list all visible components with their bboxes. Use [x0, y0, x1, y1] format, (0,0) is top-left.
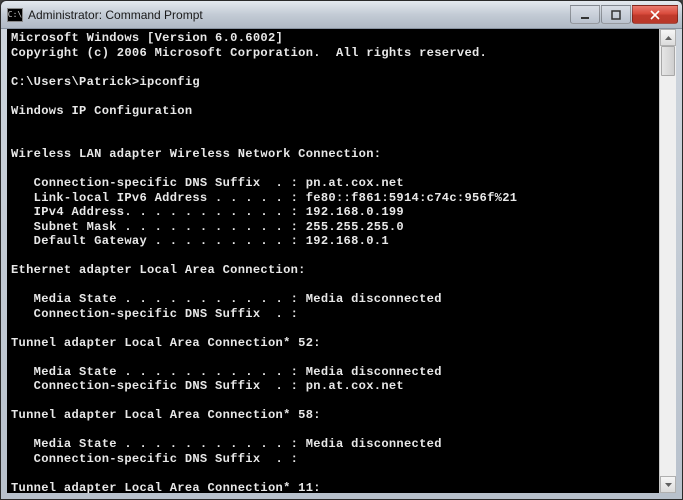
section-title-tun58: Tunnel adapter Local Area Connection* 58… [11, 408, 321, 422]
prompt-command: C:\Users\Patrick>ipconfig [11, 75, 200, 89]
wlan-subnet: Subnet Mask . . . . . . . . . . . : 255.… [11, 220, 404, 234]
client-area: Microsoft Windows [Version 6.0.6002] Cop… [7, 29, 676, 493]
close-button[interactable] [632, 5, 678, 24]
section-title-eth: Ethernet adapter Local Area Connection: [11, 263, 306, 277]
tun52-media-state: Media State . . . . . . . . . . . : Medi… [11, 365, 442, 379]
cmd-icon: C:\ [7, 8, 23, 22]
section-title-tun11: Tunnel adapter Local Area Connection* 11… [11, 481, 321, 494]
section-title-wlan: Wireless LAN adapter Wireless Network Co… [11, 147, 381, 161]
wlan-dns-suffix: Connection-specific DNS Suffix . : pn.at… [11, 176, 404, 190]
section-title-tun52: Tunnel adapter Local Area Connection* 52… [11, 336, 321, 350]
titlebar[interactable]: C:\ Administrator: Command Prompt [1, 1, 682, 29]
wlan-ipv6: Link-local IPv6 Address . . . . . : fe80… [11, 191, 517, 205]
window-title: Administrator: Command Prompt [28, 8, 570, 22]
wlan-ipv4: IPv4 Address. . . . . . . . . . . : 192.… [11, 205, 404, 219]
window-controls [570, 5, 678, 24]
minimize-button[interactable] [570, 5, 600, 24]
copyright-line: Copyright (c) 2006 Microsoft Corporation… [11, 46, 487, 60]
vertical-scrollbar[interactable] [659, 29, 676, 493]
wlan-gateway: Default Gateway . . . . . . . . . : 192.… [11, 234, 389, 248]
ipconfig-header: Windows IP Configuration [11, 104, 192, 118]
scroll-thumb[interactable] [661, 46, 675, 76]
os-version-line: Microsoft Windows [Version 6.0.6002] [11, 31, 283, 45]
scroll-down-button[interactable] [660, 476, 676, 493]
tun58-dns-suffix: Connection-specific DNS Suffix . : [11, 452, 298, 466]
terminal-output[interactable]: Microsoft Windows [Version 6.0.6002] Cop… [7, 29, 659, 493]
eth-media-state: Media State . . . . . . . . . . . : Medi… [11, 292, 442, 306]
tun58-media-state: Media State . . . . . . . . . . . : Medi… [11, 437, 442, 451]
scroll-track[interactable] [660, 46, 676, 476]
maximize-button[interactable] [601, 5, 631, 24]
window-frame: C:\ Administrator: Command Prompt Micros… [0, 0, 683, 500]
eth-dns-suffix: Connection-specific DNS Suffix . : [11, 307, 298, 321]
tun52-dns-suffix: Connection-specific DNS Suffix . : pn.at… [11, 379, 404, 393]
scroll-up-button[interactable] [660, 29, 676, 46]
